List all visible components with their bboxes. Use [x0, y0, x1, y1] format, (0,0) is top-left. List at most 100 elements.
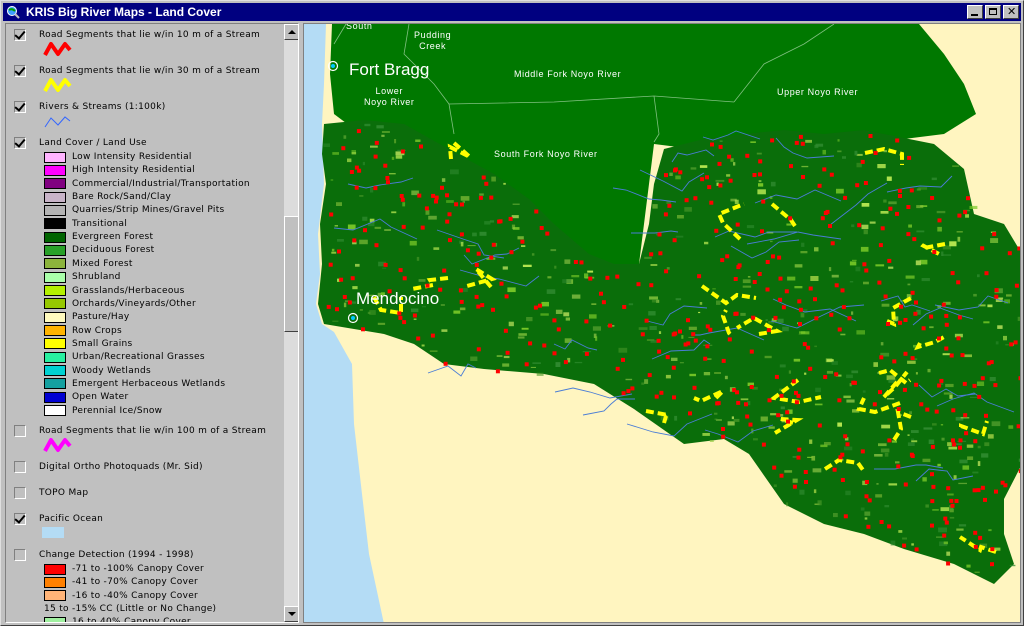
landcover-patch — [669, 172, 673, 176]
layer-topo[interactable]: TOPO Map — [14, 486, 88, 500]
layer-ocean-checkbox[interactable] — [14, 513, 26, 525]
road-10m-segment — [459, 299, 464, 304]
road-10m-segment — [843, 434, 848, 439]
landcover-patch — [331, 251, 337, 254]
road-10m-segment — [748, 422, 753, 427]
road-10m-segment — [951, 438, 955, 443]
road-10m-segment — [823, 211, 828, 215]
road-10m-segment — [804, 480, 808, 484]
landcover-patch — [564, 259, 571, 264]
layer-road10-checkbox[interactable] — [14, 29, 26, 41]
landcover-patch — [880, 342, 884, 346]
landcover-class-swatch — [44, 244, 66, 256]
road-10m-segment — [977, 394, 982, 399]
landcover-patch — [855, 266, 861, 272]
landcover-patch — [517, 336, 525, 339]
landcover-patch — [733, 162, 736, 166]
road-10m-segment — [665, 355, 670, 360]
landcover-patch — [704, 241, 709, 245]
change-class-label: -41 to -70% Canopy Cover — [72, 577, 199, 588]
minimize-icon — [971, 14, 978, 16]
landcover-patch — [907, 283, 911, 286]
arrow-down-icon — [288, 612, 296, 616]
scroll-thumb[interactable] — [284, 216, 298, 332]
road-10m-segment — [563, 360, 568, 365]
layer-ocean[interactable]: Pacific Ocean — [14, 512, 103, 526]
minimize-button[interactable] — [967, 5, 983, 19]
maximize-button[interactable] — [985, 5, 1001, 19]
layer-landcover-checkbox[interactable] — [14, 137, 26, 149]
road-10m-segment — [944, 346, 949, 351]
road-10m-segment — [990, 547, 995, 552]
close-icon: ✕ — [1007, 5, 1017, 18]
landcover-patch — [905, 275, 915, 279]
road-10m-segment — [692, 385, 697, 390]
road-10m-segment — [545, 231, 550, 236]
layer-road30-checkbox[interactable] — [14, 65, 26, 77]
layer-change[interactable]: Change Detection (1994 - 1998) — [14, 548, 194, 562]
road-10m-segment — [398, 315, 403, 320]
road-10m-segment — [910, 290, 915, 295]
scroll-down-button[interactable] — [284, 606, 298, 622]
map-canvas[interactable] — [304, 24, 1021, 623]
landcover-patch — [915, 372, 918, 375]
road-10m-segment — [398, 268, 403, 273]
landcover-patch — [381, 131, 390, 133]
landcover-patch — [502, 363, 510, 367]
landcover-patch — [777, 318, 784, 323]
road-10m-segment — [579, 260, 584, 265]
road-10m-segment — [937, 336, 941, 341]
layer-rivers-checkbox[interactable] — [14, 101, 26, 113]
layer-ortho[interactable]: Digital Ortho Photoquads (Mr. Sid) — [14, 460, 203, 474]
landcover-patch — [649, 326, 657, 330]
landcover-patch — [489, 220, 495, 223]
road-10m-segment — [946, 486, 951, 491]
map-view[interactable]: Fort Bragg Mendocino South Pudding Creek… — [303, 23, 1021, 623]
close-button[interactable]: ✕ — [1003, 5, 1019, 19]
landcover-patch — [958, 482, 967, 485]
road-10m-segment — [980, 376, 985, 381]
landcover-class-row: Emergent Herbaceous Wetlands — [44, 378, 225, 390]
maximize-icon — [989, 8, 997, 15]
landcover-patch — [860, 507, 865, 511]
road-10m-segment — [649, 283, 654, 288]
road-10m-segment — [774, 374, 779, 379]
road-10m-segment — [573, 260, 578, 264]
landcover-patch — [638, 327, 648, 330]
landcover-patch — [359, 239, 368, 245]
road-10m-segment — [834, 372, 839, 377]
landcover-patch — [921, 278, 930, 282]
layer-road100-checkbox[interactable] — [14, 425, 26, 437]
layer-landcover[interactable]: Land Cover / Land Use — [14, 136, 147, 150]
landcover-patch — [792, 478, 798, 483]
landcover-patch — [960, 417, 970, 419]
legend-scrollbar[interactable] — [284, 24, 298, 622]
road-10m-segment — [880, 226, 885, 231]
landcover-patch — [757, 189, 766, 195]
watershed-label-pudding-creek: Pudding Creek — [414, 30, 452, 51]
road-10m-segment — [785, 410, 790, 415]
landcover-patch — [942, 254, 952, 256]
road-10m-segment — [778, 297, 783, 302]
layer-change-checkbox[interactable] — [14, 549, 26, 561]
layer-rivers[interactable]: Rivers & Streams (1:100k) — [14, 100, 166, 114]
landcover-patch — [873, 362, 878, 367]
landcover-patch — [800, 251, 808, 254]
layer-ortho-checkbox[interactable] — [14, 461, 26, 473]
road-10m-segment — [491, 242, 496, 247]
landcover-patch — [470, 356, 478, 361]
road-10m-segment — [829, 172, 834, 177]
road-10m-segment — [760, 229, 764, 234]
landcover-patch — [1018, 458, 1020, 462]
road-10m-segment — [903, 318, 908, 322]
landcover-patch — [884, 452, 889, 457]
landcover-patch — [822, 149, 826, 155]
scroll-up-button[interactable] — [284, 24, 298, 40]
road-10m-segment — [984, 413, 988, 418]
title-bar[interactable]: KRIS Big River Maps - Land Cover ✕ — [3, 3, 1021, 21]
layer-topo-checkbox[interactable] — [14, 487, 26, 499]
landcover-patch — [886, 398, 895, 400]
landcover-patch — [370, 145, 378, 148]
landcover-patch — [949, 508, 954, 513]
road-10m-segment — [972, 383, 977, 388]
